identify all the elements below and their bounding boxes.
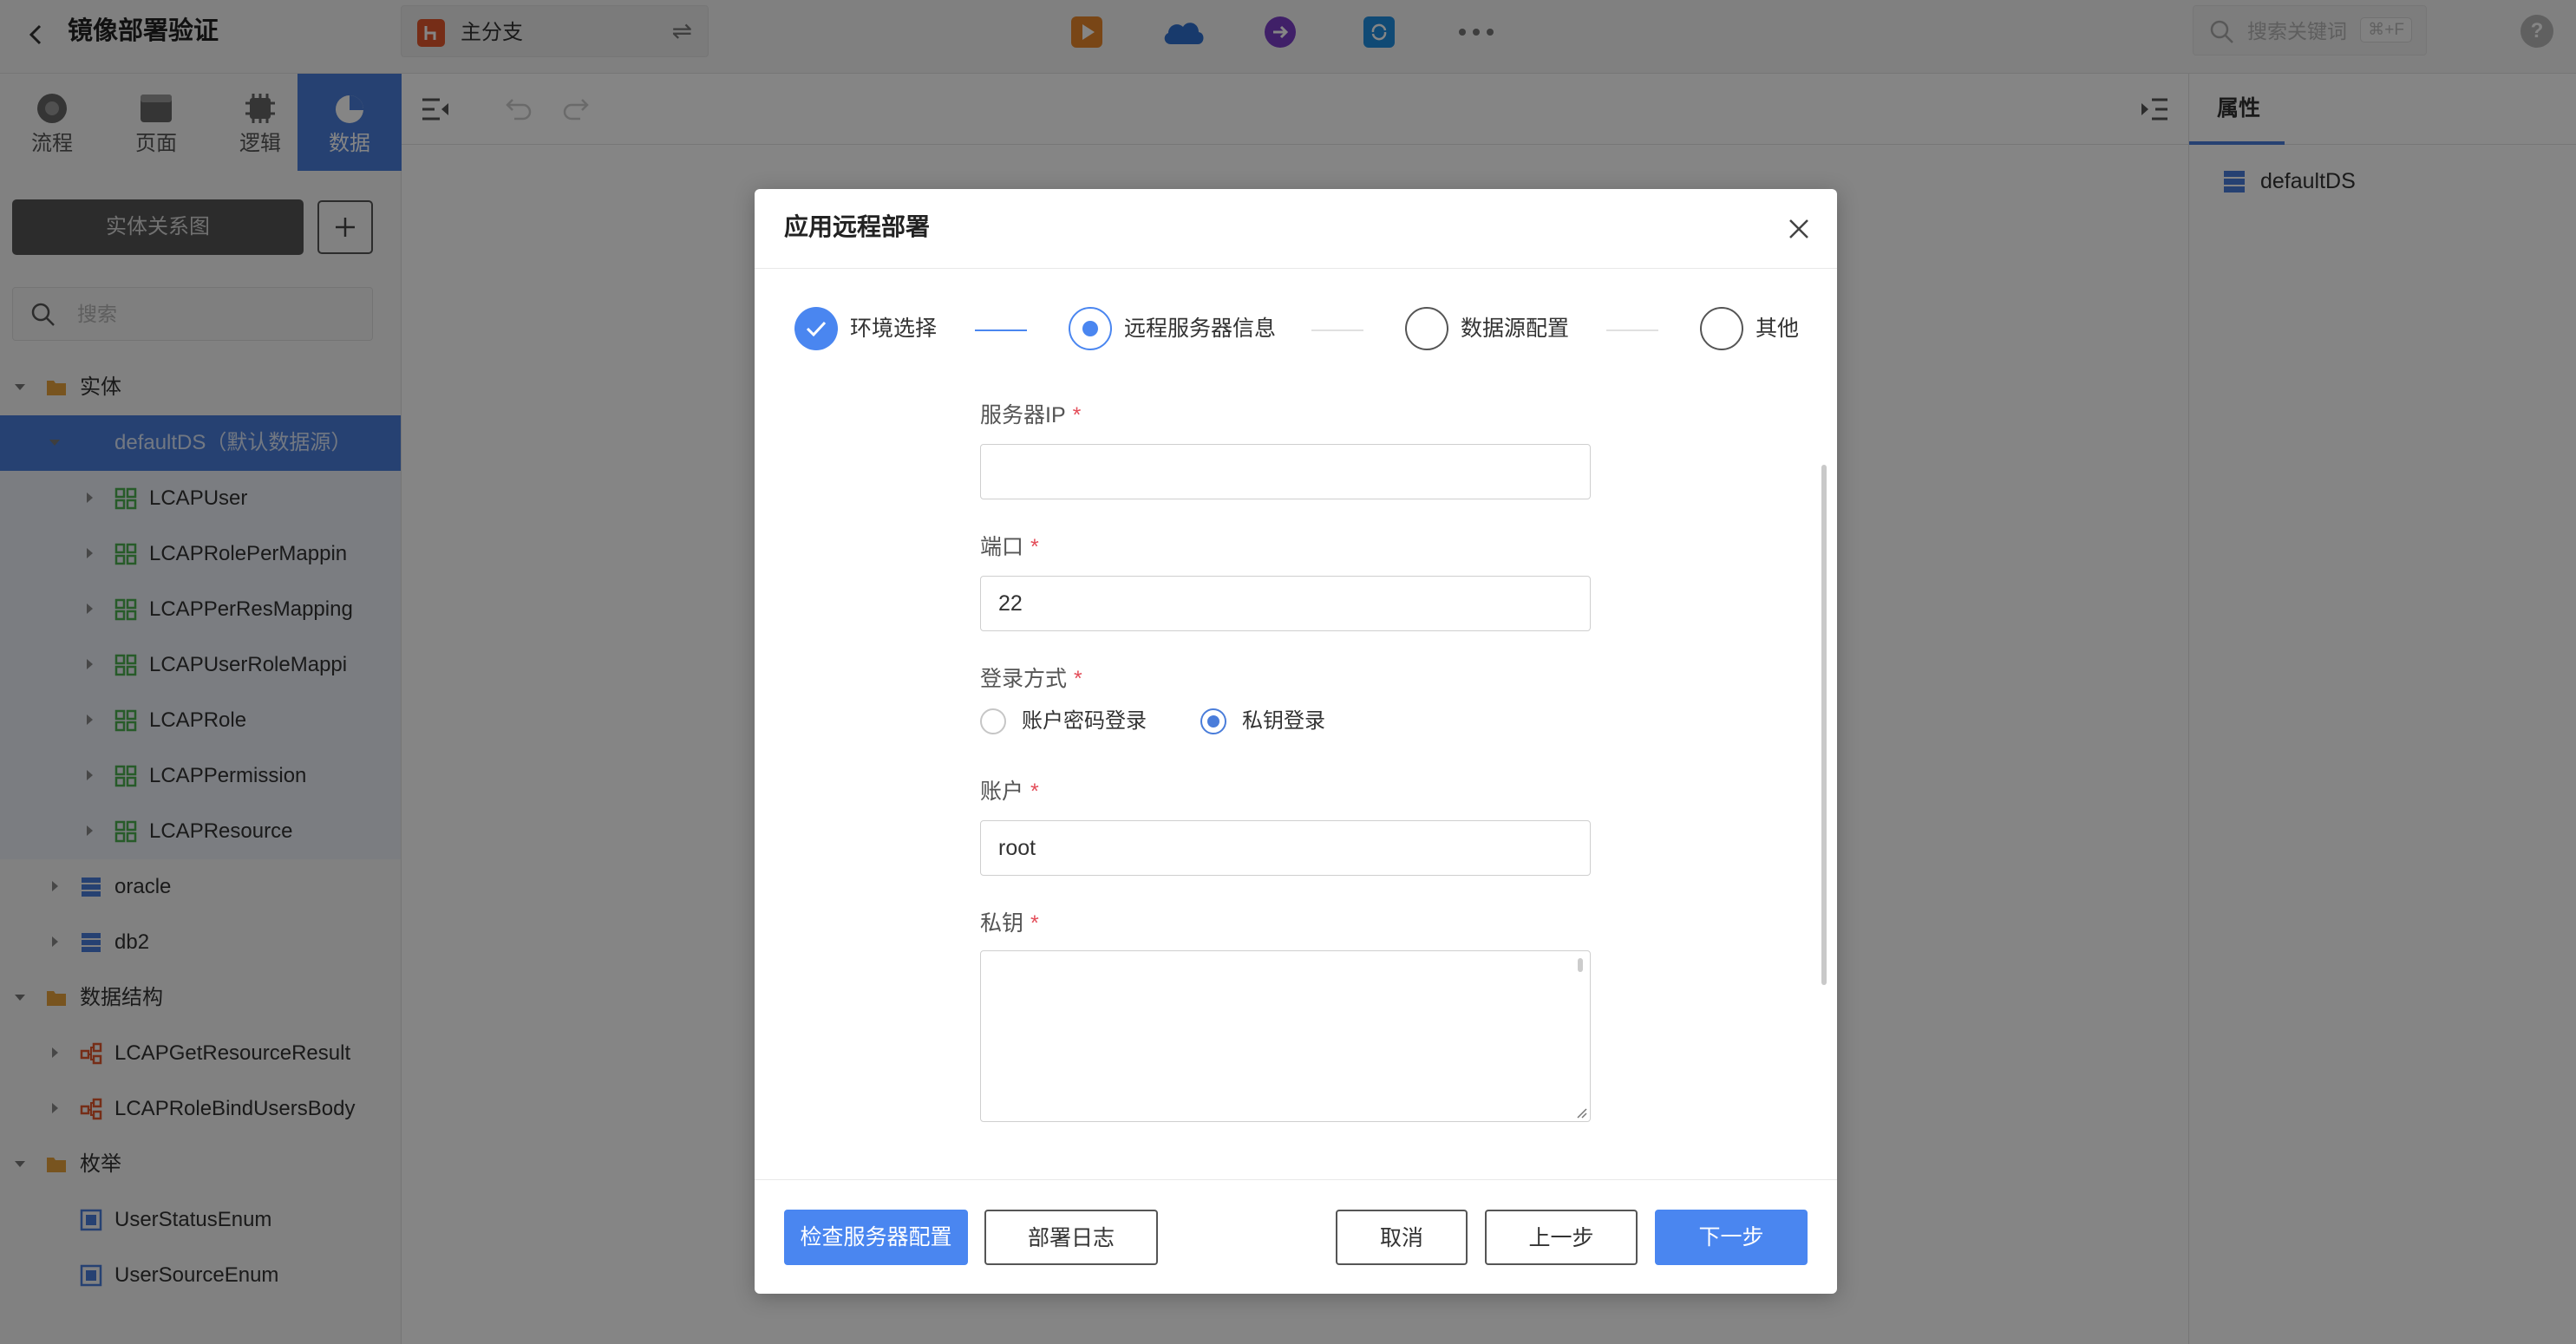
cancel-button[interactable]: 取消: [1336, 1210, 1468, 1265]
step-label: 远程服务器信息: [1124, 316, 1277, 341]
next-step-button[interactable]: 下一步: [1655, 1210, 1808, 1265]
step-connector: [1311, 329, 1363, 331]
check-icon: [794, 307, 838, 350]
step-label: 其他: [1755, 316, 1800, 341]
resize-handle-icon[interactable]: [1574, 1106, 1588, 1119]
pending-step-icon: [1700, 307, 1743, 350]
current-step-icon: [1069, 307, 1112, 350]
radio-key-login[interactable]: 私钥登录: [1200, 706, 1374, 737]
port-input[interactable]: [980, 576, 1591, 631]
textarea-scrollbar[interactable]: [1578, 958, 1583, 972]
radio-label: 账户密码登录: [1022, 709, 1147, 733]
port-label: 端口 *: [980, 535, 1039, 559]
close-icon: [1789, 219, 1808, 238]
account-label: 账户 *: [980, 780, 1039, 804]
dialog-footer: 检查服务器配置 部署日志 取消 上一步 下一步: [755, 1179, 1837, 1294]
dialog-scrollbar[interactable]: [1821, 465, 1827, 985]
close-button[interactable]: [1783, 213, 1814, 245]
account-input[interactable]: [980, 820, 1591, 876]
check-server-config-button[interactable]: 检查服务器配置: [784, 1210, 968, 1265]
radio-label: 私钥登录: [1242, 709, 1325, 733]
radio-on-icon: [1200, 708, 1226, 734]
step-connector: [1606, 329, 1658, 331]
private-key-textarea[interactable]: [980, 950, 1591, 1122]
dialog-header: 应用远程部署: [755, 189, 1837, 269]
server-ip-input[interactable]: [980, 444, 1591, 499]
remote-deploy-dialog: 应用远程部署 环境选择 远程服务器信息 数据源配置 其他 服务器IP * 端口 * …: [755, 189, 1837, 1294]
deploy-log-button[interactable]: 部署日志: [984, 1210, 1158, 1265]
radio-off-icon: [980, 708, 1006, 734]
step-label: 环境选择: [850, 316, 938, 341]
step-connector: [975, 329, 1027, 331]
private-key-label: 私钥 *: [980, 911, 1039, 936]
server-ip-label: 服务器IP *: [980, 403, 1082, 427]
prev-step-button[interactable]: 上一步: [1485, 1210, 1638, 1265]
pending-step-icon: [1405, 307, 1448, 350]
step-label: 数据源配置: [1461, 316, 1570, 341]
login-method-label: 登录方式 *: [980, 667, 1082, 691]
dialog-title: 应用远程部署: [784, 213, 931, 240]
radio-password-login[interactable]: 账户密码登录: [980, 706, 1180, 737]
